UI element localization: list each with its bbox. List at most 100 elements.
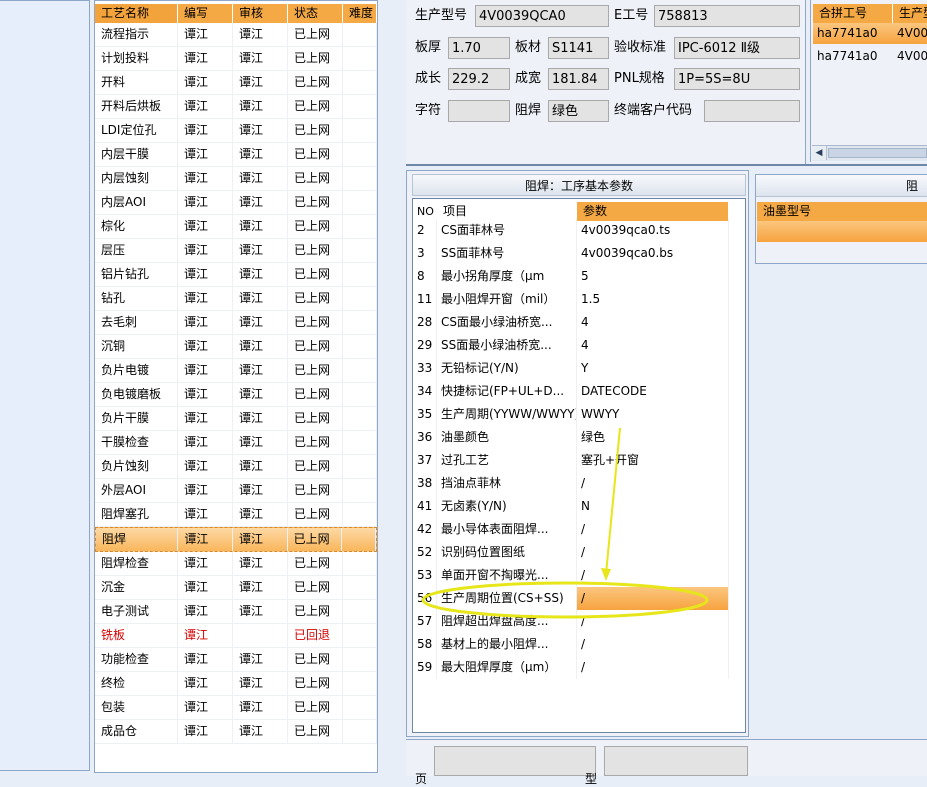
param-row[interactable]: 33 无铅标记(Y/N) Y	[413, 357, 729, 380]
scroll-thumb[interactable]	[828, 148, 927, 158]
material-field[interactable]: S1141	[548, 37, 609, 59]
bottom-field-b[interactable]	[604, 746, 748, 776]
standard-field[interactable]: IPC-6012 Ⅱ级	[674, 37, 800, 59]
param-row[interactable]: 36 油墨颜色 绿色	[413, 426, 729, 449]
process-row[interactable]: 棕化 谭江 谭江 已上网	[95, 215, 377, 239]
param-row[interactable]: 41 无卤素(Y/N) N	[413, 495, 729, 518]
process-row[interactable]: 铣板 谭江 已回退	[95, 624, 377, 648]
process-name-cell: 开料	[95, 71, 178, 94]
status-cell: 已上网	[288, 479, 343, 502]
writer-cell: 谭江	[178, 119, 233, 142]
difficulty-cell	[343, 167, 377, 190]
param-row[interactable]: 42 最小导体表面阻焊... /	[413, 518, 729, 541]
thickness-field[interactable]: 1.70	[448, 37, 510, 59]
param-row[interactable]: 57 阻焊超出焊盘高度... /	[413, 610, 729, 633]
process-row[interactable]: 成品仓 谭江 谭江 已上网	[95, 720, 377, 744]
param-row[interactable]: 59 最大阻焊厚度（μm） /	[413, 656, 729, 679]
customer-field[interactable]	[704, 100, 800, 122]
writer-cell: 谭江	[178, 672, 233, 695]
process-list-grid[interactable]: 工艺名称 编写 审核 状态 难度 流程指示 谭江 谭江 已上网 计划投料 谭江 谭江 已上网开…	[94, 0, 378, 773]
process-row[interactable]: 干膜检查 谭江 谭江 已上网	[95, 431, 377, 455]
process-row[interactable]: 开料后烘板 谭江 谭江 已上网	[95, 95, 377, 119]
param-item-cell: 生产周期(YYWW/WWYY)	[437, 403, 577, 426]
process-row[interactable]: 流程指示 谭江 谭江 已上网	[95, 23, 377, 47]
process-row[interactable]: 去毛刺 谭江 谭江 已上网	[95, 311, 377, 335]
param-row[interactable]: 2 CS面菲林号 4v0039qca0.ts	[413, 219, 729, 242]
header-writer[interactable]: 编写	[178, 4, 233, 23]
param-row[interactable]: 3 SS面菲林号 4v0039qca0.bs	[413, 242, 729, 265]
param-row[interactable]: 34 快捷标记(FP+UL+D... DATECODE	[413, 380, 729, 403]
process-row[interactable]: 终检 谭江 谭江 已上网	[95, 672, 377, 696]
param-row[interactable]: 38 挡油点菲林 /	[413, 472, 729, 495]
process-row[interactable]: 负电镀磨板 谭江 谭江 已上网	[95, 383, 377, 407]
param-row[interactable]: 28 CS面最小绿油桥宽... 4	[413, 311, 729, 334]
param-item-cell: CS面最小绿油桥宽...	[437, 311, 577, 334]
difficulty-cell	[343, 576, 377, 599]
process-row[interactable]: 内层蚀刻 谭江 谭江 已上网	[95, 167, 377, 191]
left-blank-panel	[0, 0, 90, 771]
process-row[interactable]: 包装 谭江 谭江 已上网	[95, 696, 377, 720]
param-row[interactable]: 11 最小阻焊开窗（mil） 1.5	[413, 288, 729, 311]
ink-grid-row[interactable]	[757, 221, 927, 242]
header-reviewer[interactable]: 审核	[233, 4, 288, 23]
process-row[interactable]: LDI定位孔 谭江 谭江 已上网	[95, 119, 377, 143]
process-row[interactable]: 铝片钻孔 谭江 谭江 已上网	[95, 263, 377, 287]
scroll-left-arrow-icon[interactable]: ◀	[812, 146, 827, 160]
writer-cell: 谭江	[178, 95, 233, 118]
width-field[interactable]: 181.84	[548, 68, 609, 90]
writer-cell: 谭江	[178, 287, 233, 310]
process-row[interactable]: 电子测试 谭江 谭江 已上网	[95, 600, 377, 624]
param-row[interactable]: 58 基材上的最小阻焊... /	[413, 633, 729, 656]
process-row[interactable]: 内层AOI 谭江 谭江 已上网	[95, 191, 377, 215]
param-row[interactable]: 52 识别码位置图纸 /	[413, 541, 729, 564]
header-combined-model[interactable]: 生产型	[893, 4, 927, 23]
combined-horizontal-scrollbar[interactable]: ◀	[812, 145, 927, 161]
header-difficulty[interactable]: 难度	[343, 4, 377, 23]
char-field[interactable]	[448, 100, 510, 122]
difficulty-cell	[343, 287, 377, 310]
combined-row-selected[interactable]: ha7741a0 4V003	[813, 23, 927, 44]
combined-job-grid[interactable]: 合拼工号 生产型 ha7741a0 4V003 ha7741a0 4V003	[810, 0, 927, 162]
model-field[interactable]: 4V0039QCA0	[475, 5, 609, 27]
process-row[interactable]: 开料 谭江 谭江 已上网	[95, 71, 377, 95]
param-row[interactable]: 35 生产周期(YYWW/WWYY) WWYY	[413, 403, 729, 426]
param-row[interactable]: 37 过孔工艺 塞孔+开窗	[413, 449, 729, 472]
process-row[interactable]: 负片蚀刻 谭江 谭江 已上网	[95, 455, 377, 479]
params-grid[interactable]: NO 项目 参数 2 CS面菲林号 4v0039qca0.ts 3 SS面菲林号 4v00…	[412, 198, 746, 733]
process-row[interactable]: 沉铜 谭江 谭江 已上网	[95, 335, 377, 359]
combined-no-cell: ha7741a0	[817, 26, 878, 40]
param-no-cell: 38	[413, 472, 437, 495]
process-row[interactable]: 内层干膜 谭江 谭江 已上网	[95, 143, 377, 167]
param-value-cell: /	[577, 656, 729, 679]
process-row[interactable]: 层压 谭江 谭江 已上网	[95, 239, 377, 263]
process-grid-header: 工艺名称 编写 审核 状态 难度	[95, 4, 377, 23]
param-row[interactable]: 8 最小拐角厚度（μm 5	[413, 265, 729, 288]
process-row[interactable]: 沉金 谭江 谭江 已上网	[95, 576, 377, 600]
param-row-selected[interactable]: 56 生产周期位置(CS+SS) /	[413, 587, 729, 610]
model-label: 生产型号	[415, 8, 468, 23]
param-no-cell: 59	[413, 656, 437, 679]
process-row[interactable]: 阻焊检查 谭江 谭江 已上网	[95, 552, 377, 576]
process-row[interactable]: 阻焊塞孔 谭江 谭江 已上网	[95, 503, 377, 527]
eno-field[interactable]: 758813	[654, 5, 800, 27]
param-row[interactable]: 53 单面开窗不掏曝光... /	[413, 564, 729, 587]
process-row[interactable]: 负片干膜 谭江 谭江 已上网	[95, 407, 377, 431]
length-field[interactable]: 229.2	[448, 68, 510, 90]
process-row[interactable]: 计划投料 谭江 谭江 已上网	[95, 47, 377, 71]
ink-grid-header[interactable]: 油墨型号	[757, 202, 927, 221]
process-row[interactable]: 外层AOI 谭江 谭江 已上网	[95, 479, 377, 503]
param-row[interactable]: 29 SS面最小绿油桥宽... 4	[413, 334, 729, 357]
bottom-field-a[interactable]	[434, 746, 596, 776]
param-no-cell: 29	[413, 334, 437, 357]
header-status[interactable]: 状态	[288, 4, 343, 23]
process-row-selected[interactable]: 阻焊 谭江 谭江 已上网	[95, 527, 377, 552]
header-combined-no[interactable]: 合拼工号	[813, 4, 893, 23]
mask-field[interactable]: 绿色	[548, 100, 609, 122]
process-row[interactable]: 钻孔 谭江 谭江 已上网	[95, 287, 377, 311]
header-process-name[interactable]: 工艺名称	[95, 4, 178, 23]
process-row[interactable]: 负片电镀 谭江 谭江 已上网	[95, 359, 377, 383]
pnl-field[interactable]: 1P=5S=8U	[674, 68, 800, 90]
writer-cell: 谭江	[178, 263, 233, 286]
combined-row[interactable]: ha7741a0 4V003	[813, 46, 927, 67]
process-row[interactable]: 功能检查 谭江 谭江 已上网	[95, 648, 377, 672]
